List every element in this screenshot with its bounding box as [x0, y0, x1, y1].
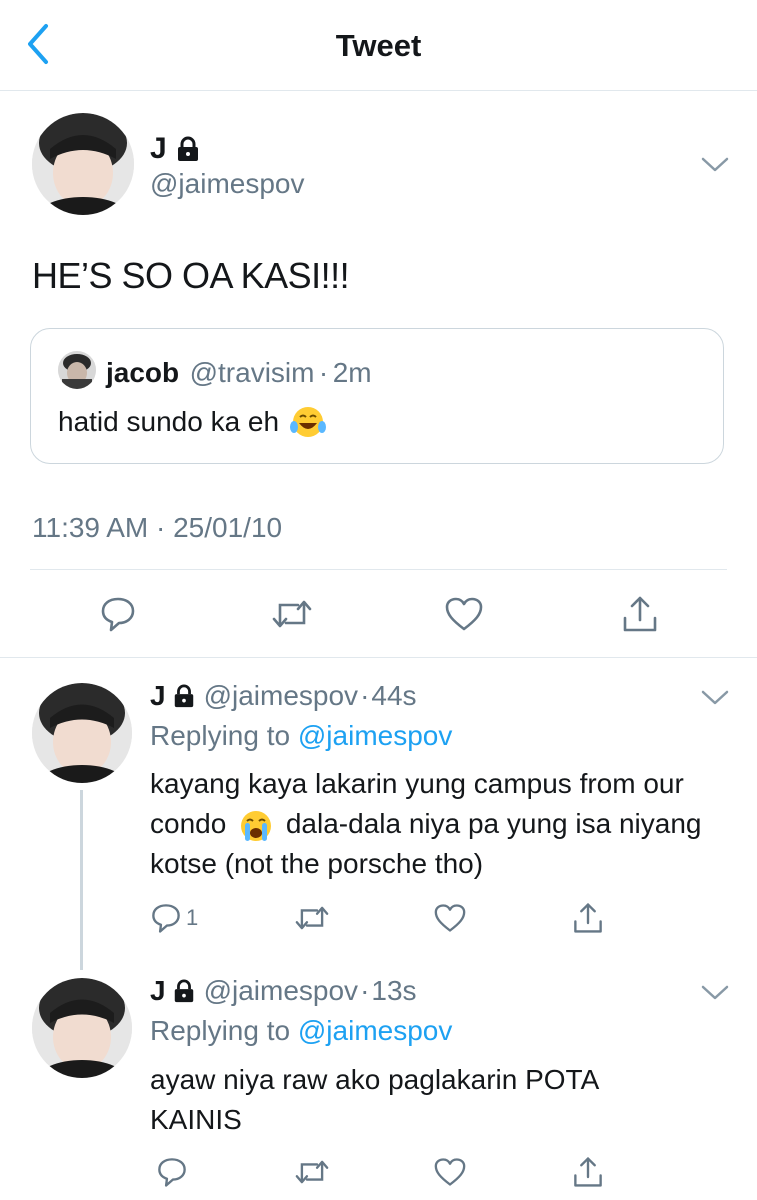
- replying-to-line: Replying to @jaimespov: [150, 1015, 452, 1047]
- divider: [30, 569, 727, 570]
- author-name-row: J: [150, 132, 201, 166]
- quoted-time: 2m: [332, 357, 372, 388]
- lock-icon: [174, 684, 193, 708]
- reply-button[interactable]: [96, 592, 140, 636]
- avatar-image: [32, 683, 132, 783]
- reply-author-handle[interactable]: @jaimespov: [204, 975, 358, 1007]
- quoted-text: hatid sundo ka eh: [58, 406, 280, 437]
- share-icon: [574, 903, 602, 933]
- reply-author-name[interactable]: J: [150, 975, 166, 1007]
- quoted-author-name: jacob: [106, 357, 180, 388]
- chevron-down-icon: [701, 157, 729, 172]
- reply-text: kayang kaya lakarin yung campus from our…: [150, 764, 740, 884]
- author-name[interactable]: J: [150, 132, 167, 166]
- reply-author-handle[interactable]: @jaimespov: [204, 680, 358, 712]
- reply-icon: [101, 597, 135, 632]
- reply-time: 44s: [371, 680, 417, 711]
- page-title: Tweet: [335, 28, 422, 63]
- reply-author-row: J @jaimespov · 13s: [150, 975, 417, 1007]
- reply-author-row: J @jaimespov · 44s: [150, 680, 417, 712]
- reply-icon: [158, 1158, 186, 1187]
- reply-retweet-button[interactable]: [290, 1150, 334, 1194]
- reply-reply-button[interactable]: [150, 1150, 194, 1194]
- quoted-text-row: hatid sundo ka eh: [58, 405, 327, 439]
- replying-to-line: Replying to @jaimespov: [150, 720, 452, 752]
- divider: [0, 657, 757, 658]
- reply-author-name[interactable]: J: [150, 680, 166, 712]
- retweet-button[interactable]: [270, 592, 314, 636]
- meta-separator: ·: [360, 680, 370, 711]
- replying-to-label: Replying to: [150, 720, 291, 751]
- chevron-down-icon: [701, 690, 729, 705]
- reply-options-button[interactable]: [700, 983, 730, 1003]
- quoted-avatar: [58, 351, 96, 389]
- avatar-image: [32, 978, 132, 1078]
- quoted-author-row: jacob @travisim · 2m: [106, 357, 372, 389]
- thread-connector: [80, 790, 83, 970]
- reply-retweet-button[interactable]: [290, 896, 334, 940]
- retweet-icon: [295, 1160, 329, 1184]
- reply-avatar[interactable]: [32, 978, 132, 1078]
- reply-avatar[interactable]: [32, 683, 132, 783]
- share-icon: [623, 596, 657, 632]
- replying-to-link[interactable]: @jaimespov: [298, 1015, 452, 1046]
- reply-options-button[interactable]: [700, 688, 730, 708]
- replying-to-label: Replying to: [150, 1015, 291, 1046]
- reply-time: 13s: [371, 975, 417, 1006]
- retweet-icon: [272, 600, 312, 628]
- share-button[interactable]: [618, 592, 662, 636]
- laughing-tears-emoji: [290, 407, 327, 437]
- lock-icon: [177, 136, 198, 161]
- like-icon: [434, 1158, 466, 1186]
- quoted-avatar-image: [58, 351, 96, 389]
- quoted-author-handle: @travisim: [189, 357, 315, 388]
- reply-icon: [152, 904, 180, 933]
- crying-emoji: [241, 810, 272, 841]
- meta-separator: ·: [360, 975, 370, 1006]
- reply-text-part2: dala-dala niya pa yung isa niyang kotse …: [150, 808, 702, 879]
- tweet-text: HE’S SO OA KASI!!!: [32, 255, 350, 296]
- meta-separator: ·: [318, 357, 329, 388]
- like-icon: [434, 904, 466, 932]
- reply-count: 1: [186, 905, 199, 930]
- reply-text: ayaw niya raw ako paglakarin POTA KAINIS: [150, 1064, 598, 1135]
- reply-share-button[interactable]: [566, 896, 610, 940]
- replying-to-link[interactable]: @jaimespov: [298, 720, 452, 751]
- tweet-options-button[interactable]: [700, 155, 730, 175]
- reply-share-button[interactable]: [566, 1150, 610, 1194]
- lock-icon: [174, 979, 193, 1003]
- retweet-icon: [295, 906, 329, 930]
- reply-like-button[interactable]: [428, 896, 472, 940]
- tweet-timestamp: 11:39 AM · 25/01/10: [32, 512, 283, 543]
- share-icon: [574, 1157, 602, 1187]
- like-icon: [445, 597, 483, 631]
- author-handle[interactable]: @jaimespov: [150, 168, 304, 200]
- reply-like-button[interactable]: [428, 1150, 472, 1194]
- reply-reply-button[interactable]: 1: [150, 896, 220, 940]
- avatar[interactable]: [32, 113, 134, 215]
- avatar-image: [32, 113, 134, 215]
- like-button[interactable]: [442, 592, 486, 636]
- chevron-down-icon: [701, 985, 729, 1000]
- quoted-tweet[interactable]: [30, 328, 724, 464]
